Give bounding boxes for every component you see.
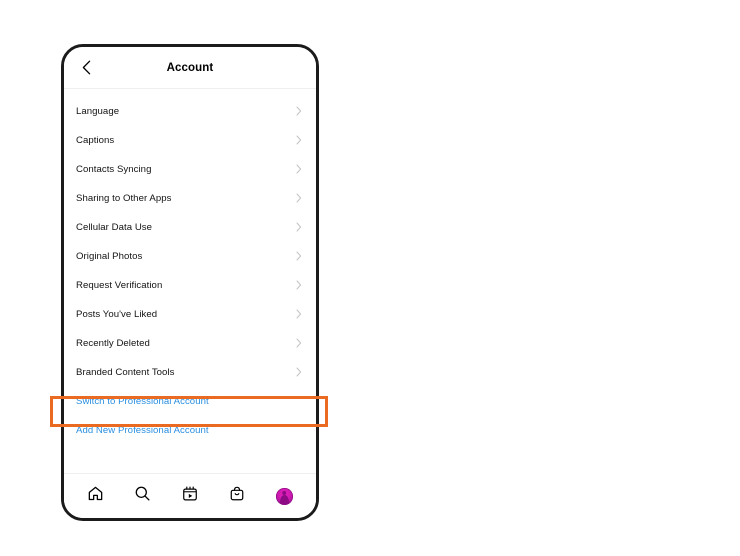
person-silhouette-icon — [279, 490, 289, 505]
chevron-right-icon — [296, 103, 302, 121]
shop-bag-icon — [229, 485, 245, 507]
profile-avatar — [275, 487, 293, 505]
nav-item-home[interactable] — [81, 481, 111, 511]
chevron-right-icon — [296, 248, 302, 266]
page-title: Account — [166, 61, 214, 74]
settings-row-label: Recently Deleted — [76, 338, 150, 349]
chevron-right-icon — [296, 190, 302, 208]
reels-icon — [182, 485, 198, 507]
bottom-nav-bar — [64, 473, 316, 518]
back-button[interactable] — [73, 47, 99, 88]
app-header: Account — [64, 47, 316, 89]
settings-row-label: Contacts Syncing — [76, 164, 152, 175]
chevron-right-icon — [296, 306, 302, 324]
settings-row-sharing-to-other-apps[interactable]: Sharing to Other Apps — [64, 184, 316, 213]
chevron-right-icon — [296, 364, 302, 382]
chevron-right-icon — [296, 132, 302, 150]
nav-item-reels[interactable] — [175, 481, 205, 511]
settings-row-branded-content-tools[interactable]: Branded Content Tools — [64, 358, 316, 387]
settings-row-language[interactable]: Language — [64, 97, 316, 126]
settings-row-label: Original Photos — [76, 251, 143, 262]
settings-row-label: Branded Content Tools — [76, 367, 175, 378]
settings-row-label: Sharing to Other Apps — [76, 193, 172, 204]
settings-row-label: Request Verification — [76, 280, 163, 291]
settings-row-posts-youve-liked[interactable]: Posts You've Liked — [64, 300, 316, 329]
settings-row-captions[interactable]: Captions — [64, 126, 316, 155]
settings-row-label: Cellular Data Use — [76, 222, 153, 233]
add-new-professional-account-link[interactable]: Add New Professional Account — [64, 416, 316, 445]
settings-row-original-photos[interactable]: Original Photos — [64, 242, 316, 271]
chevron-right-icon — [296, 335, 302, 353]
settings-row-request-verification[interactable]: Request Verification — [64, 271, 316, 300]
switch-to-professional-account-link[interactable]: Switch to Professional Account — [64, 387, 316, 416]
settings-row-label: Posts You've Liked — [76, 309, 158, 320]
phone-frame: Account Language Captions Contacts Synci… — [61, 44, 319, 521]
settings-list: Language Captions Contacts Syncing Shari… — [64, 89, 316, 473]
settings-row-label: Captions — [76, 135, 115, 146]
nav-item-profile[interactable] — [269, 481, 299, 511]
nav-item-shop[interactable] — [222, 481, 252, 511]
settings-row-contacts-syncing[interactable]: Contacts Syncing — [64, 155, 316, 184]
settings-row-cellular-data-use[interactable]: Cellular Data Use — [64, 213, 316, 242]
link-label: Switch to Professional Account — [76, 396, 209, 407]
chevron-right-icon — [296, 277, 302, 295]
chevron-right-icon — [296, 219, 302, 237]
link-label: Add New Professional Account — [76, 425, 209, 436]
home-icon — [87, 485, 104, 507]
chevron-left-icon — [82, 60, 91, 75]
settings-row-recently-deleted[interactable]: Recently Deleted — [64, 329, 316, 358]
phone-screen: Account Language Captions Contacts Synci… — [64, 47, 316, 518]
settings-row-label: Language — [76, 106, 120, 117]
chevron-right-icon — [296, 161, 302, 179]
nav-item-search[interactable] — [128, 481, 158, 511]
search-icon — [134, 485, 151, 507]
